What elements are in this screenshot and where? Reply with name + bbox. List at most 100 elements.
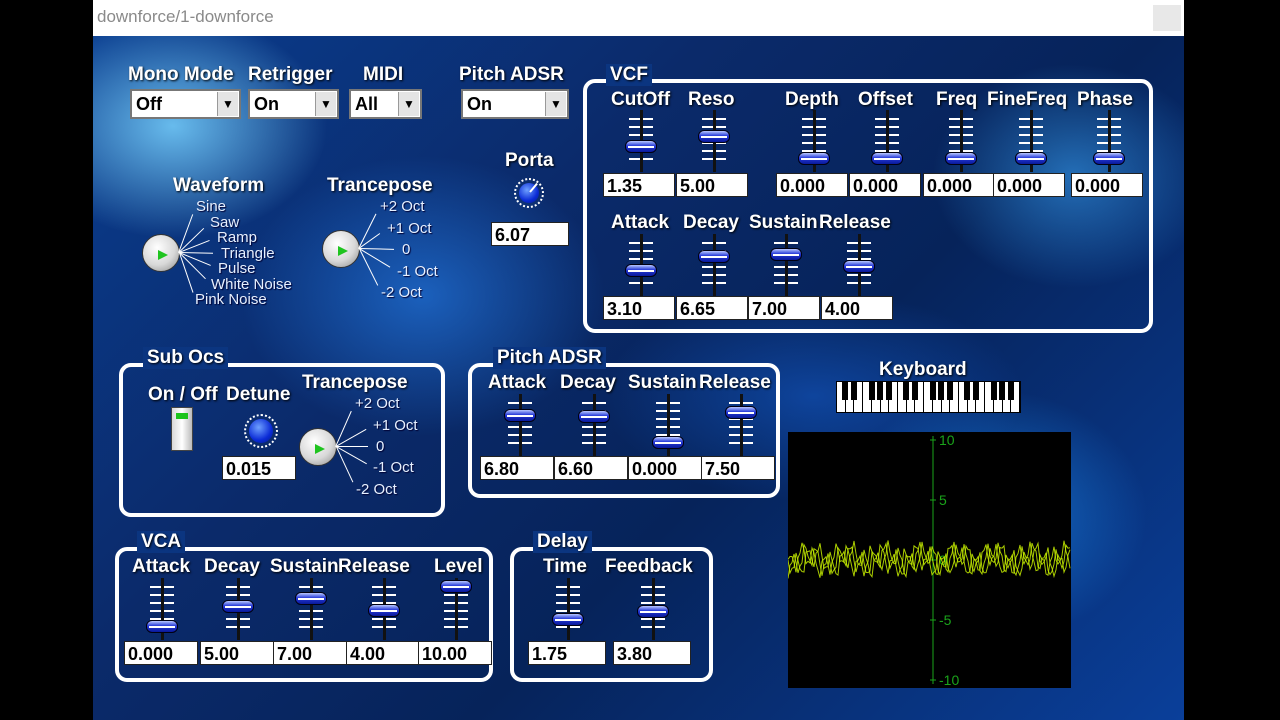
fader-thumb[interactable] — [1015, 152, 1047, 165]
keyboard-black-key[interactable] — [851, 382, 858, 400]
keyboard-black-key[interactable] — [990, 382, 997, 400]
keyboard-black-key[interactable] — [868, 382, 875, 400]
fader-thumb[interactable] — [368, 604, 400, 617]
fader-thumb[interactable] — [770, 248, 802, 261]
vcf-row2-fader-3[interactable] — [841, 234, 877, 296]
delay-fader-0[interactable] — [550, 578, 586, 640]
knob-pointer-icon — [158, 250, 168, 260]
sub-trancepose-knob[interactable] — [299, 428, 337, 466]
fader-thumb[interactable] — [843, 260, 875, 273]
pitch-value-1: 6.60 — [554, 456, 628, 480]
delay-label-1: Feedback — [605, 556, 693, 577]
vcf-row1-fader-1[interactable] — [696, 110, 732, 172]
keyboard-black-key[interactable] — [929, 382, 936, 400]
pitch-fader-3[interactable] — [723, 394, 759, 456]
keyboard-black-key[interactable] — [938, 382, 945, 400]
sub-osc-toggle[interactable] — [171, 407, 193, 451]
waveform-option-4: Pulse — [218, 260, 256, 277]
fader-thumb[interactable] — [578, 410, 610, 423]
pitch-value-3: 7.50 — [701, 456, 775, 480]
vca-label-2: Sustain — [270, 556, 339, 577]
midi-select[interactable]: All ▼ — [349, 89, 422, 119]
waveform-option-6: Pink Noise — [195, 291, 267, 308]
fader-thumb[interactable] — [552, 613, 584, 626]
keyboard-black-key[interactable] — [1007, 382, 1015, 400]
vca-fader-2[interactable] — [293, 578, 329, 640]
fader-thumb[interactable] — [504, 409, 536, 422]
vcf-row2-fader-0[interactable] — [623, 234, 659, 296]
pitch-fader-0[interactable] — [502, 394, 538, 456]
trancepose-option-2: 0 — [402, 241, 411, 258]
vca-fader-0[interactable] — [144, 578, 180, 640]
vcf-row1-label-5: FineFreq — [987, 89, 1068, 110]
trancepose-knob[interactable] — [322, 230, 360, 268]
retrigger-select[interactable]: On ▼ — [248, 89, 339, 119]
fader-thumb[interactable] — [698, 250, 730, 263]
fader-thumb[interactable] — [652, 436, 684, 449]
keyboard-black-key[interactable] — [973, 382, 980, 400]
vcf-row2-fader-1[interactable] — [696, 234, 732, 296]
vcf-row2-value-3: 4.00 — [821, 296, 893, 320]
scope-tick-label: 10 — [939, 432, 955, 448]
vca-value-2: 7.00 — [273, 641, 347, 665]
pitch-fader-1[interactable] — [576, 394, 612, 456]
fader-thumb[interactable] — [871, 152, 903, 165]
vca-fader-3[interactable] — [366, 578, 402, 640]
vcf-row1-fader-4[interactable] — [943, 110, 979, 172]
vcf-row1-value-3: 0.000 — [849, 173, 921, 197]
keyboard-black-key[interactable] — [842, 382, 849, 400]
vca-value-1: 5.00 — [200, 641, 274, 665]
fader-thumb[interactable] — [945, 152, 977, 165]
fader-thumb[interactable] — [1093, 152, 1125, 165]
knob-pointer-icon — [315, 444, 325, 454]
keyboard-black-key[interactable] — [912, 382, 919, 400]
pitch-label-2: Sustain — [628, 372, 697, 393]
keyboard-black-key[interactable] — [885, 382, 893, 400]
fader-thumb[interactable] — [625, 264, 657, 277]
sub-trancepose-option-3: -1 Oct — [373, 459, 414, 476]
vca-fader-1[interactable] — [220, 578, 256, 640]
porta-knob[interactable] — [514, 178, 544, 208]
close-button[interactable] — [1153, 5, 1181, 31]
keyboard-widget[interactable] — [836, 381, 1021, 413]
waveform-knob[interactable] — [142, 234, 180, 272]
vcf-row1-fader-5[interactable] — [1013, 110, 1049, 172]
keyboard-black-key[interactable] — [877, 382, 884, 400]
fader-thumb[interactable] — [146, 620, 178, 633]
vcf-row1-fader-6[interactable] — [1091, 110, 1127, 172]
fader-thumb[interactable] — [698, 130, 730, 143]
fader-thumb[interactable] — [798, 152, 830, 165]
detune-knob[interactable] — [244, 414, 278, 448]
fader-thumb[interactable] — [295, 592, 327, 605]
pitch-adsr-label: Pitch ADSR — [459, 64, 564, 85]
keyboard-black-key[interactable] — [946, 382, 954, 400]
pitch-value-0: 6.80 — [480, 456, 554, 480]
fader-thumb[interactable] — [625, 140, 657, 153]
vcf-row2-label-0: Attack — [611, 212, 670, 233]
keyboard-black-key[interactable] — [999, 382, 1006, 400]
vcf-row1-label-0: CutOff — [611, 89, 671, 110]
fader-thumb[interactable] — [725, 406, 757, 419]
trancepose-option-1: +1 Oct — [387, 220, 432, 237]
vcf-row1-fader-2[interactable] — [796, 110, 832, 172]
pitch-label-3: Release — [699, 372, 771, 393]
vcf-row1-fader-0[interactable] — [623, 110, 659, 172]
scope-tick-label: -10 — [939, 672, 959, 688]
sub-trancepose-option-0: +2 Oct — [355, 395, 400, 412]
fader-rail — [567, 578, 570, 640]
fader-thumb[interactable] — [222, 600, 254, 613]
vcf-row2-label-1: Decay — [683, 212, 739, 233]
keyboard-black-key[interactable] — [964, 382, 971, 400]
vca-fader-4[interactable] — [438, 578, 474, 640]
fader-thumb[interactable] — [440, 580, 472, 593]
pitch-adsr-select[interactable]: On ▼ — [461, 89, 569, 119]
pitch-fader-2[interactable] — [650, 394, 686, 456]
vca-label-0: Attack — [132, 556, 191, 577]
vcf-row2-fader-2[interactable] — [768, 234, 804, 296]
fader-thumb[interactable] — [637, 605, 669, 618]
keyboard-black-key[interactable] — [903, 382, 910, 400]
delay-fader-1[interactable] — [635, 578, 671, 640]
mono-mode-select[interactable]: Off ▼ — [130, 89, 241, 119]
vcf-row1-value-5: 0.000 — [993, 173, 1065, 197]
vcf-row1-fader-3[interactable] — [869, 110, 905, 172]
